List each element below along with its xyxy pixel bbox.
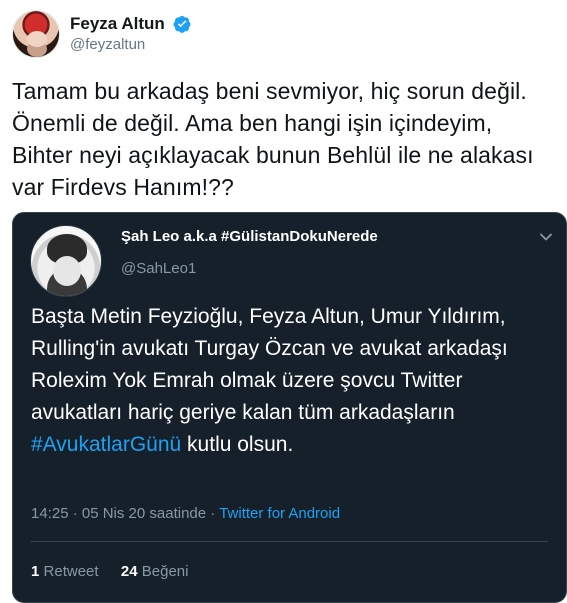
avatar[interactable] (30, 225, 102, 297)
tweet-meta: 14:25 · 05 Nis 20 saatinde · Twitter for… (31, 505, 340, 523)
quoted-display-name[interactable]: Şah Leo a.k.a #GülistanDokuNerede (121, 228, 378, 246)
tweet-text: Tamam bu arkadaş beni sevmiyor, hiç soru… (12, 78, 534, 200)
quoted-author-block: Şah Leo a.k.a #GülistanDokuNerede @SahLe… (121, 228, 378, 278)
author-block: Feyza Altun @feyzaltun (70, 14, 191, 54)
handle[interactable]: @feyzaltun (70, 36, 191, 54)
main-tweet-header: Feyza Altun @feyzaltun (12, 10, 557, 60)
tweet-timestamp[interactable]: 14:25 · 05 Nis 20 saatinde · (31, 505, 219, 522)
divider (31, 541, 548, 542)
hashtag-link[interactable]: #AvukatlarGünü (31, 433, 181, 456)
verified-badge-icon (173, 15, 191, 33)
chevron-down-icon[interactable] (536, 227, 556, 247)
quoted-text-before-hashtag: Başta Metin Feyzioğlu, Feyza Altun, Umur… (31, 305, 508, 424)
display-name[interactable]: Feyza Altun (70, 14, 165, 34)
quoted-tweet-text: Başta Metin Feyzioğlu, Feyza Altun, Umur… (31, 301, 551, 461)
quoted-text-after-hashtag: kutlu olsun. (181, 433, 294, 456)
quoted-tweet-card[interactable]: Şah Leo a.k.a #GülistanDokuNerede @SahLe… (12, 212, 567, 603)
likes-label[interactable]: Beğeni (142, 563, 189, 580)
retweets-count[interactable]: 1 (31, 563, 39, 580)
likes-count[interactable]: 24 (121, 563, 138, 580)
quoted-handle[interactable]: @SahLeo1 (121, 260, 378, 278)
tweet-stats: 1 Retweet 24 Beğeni (31, 563, 188, 580)
avatar[interactable] (12, 10, 60, 58)
retweets-label[interactable]: Retweet (44, 563, 99, 580)
tweet-source-link[interactable]: Twitter for Android (219, 505, 340, 522)
